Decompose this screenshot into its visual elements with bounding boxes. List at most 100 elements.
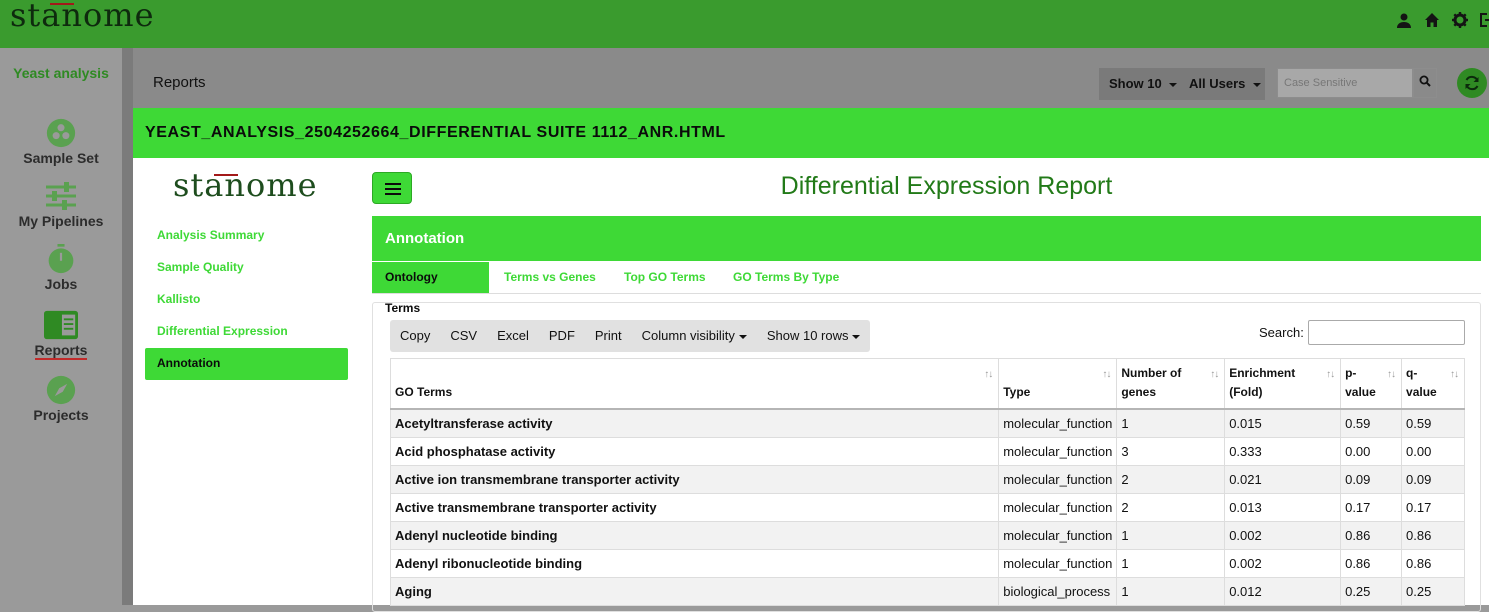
column-header-line2: genes bbox=[1121, 385, 1157, 399]
gene-count-cell: 1 bbox=[1116, 549, 1225, 578]
report-link-sample-quality[interactable]: Sample Quality bbox=[145, 252, 348, 284]
nav-label: Sample Set bbox=[23, 150, 99, 166]
gene-count-cell: 1 bbox=[1116, 409, 1225, 438]
table-row[interactable]: Adenyl ribonucleotide binding molecular_f… bbox=[389, 549, 1465, 578]
search-button[interactable] bbox=[1413, 68, 1437, 98]
search-icon bbox=[1419, 75, 1431, 87]
table-row[interactable]: Acid phosphatase activity molecular_funct… bbox=[389, 437, 1465, 466]
go-term-cell: Acid phosphatase activity bbox=[389, 437, 999, 466]
refresh-button[interactable] bbox=[1457, 68, 1487, 98]
q-value-cell: 0.25 bbox=[1401, 577, 1465, 606]
users-filter-dropdown[interactable]: All Users bbox=[1179, 68, 1265, 100]
column-visibility-label: Column visibility bbox=[641, 328, 735, 343]
user-icon[interactable] bbox=[1395, 12, 1413, 30]
logo-accent-bar bbox=[214, 174, 238, 176]
table-row[interactable]: Aging biological_process 1 0.012 0.25 0.25 bbox=[389, 577, 1465, 606]
q-value-cell: 0.09 bbox=[1401, 465, 1465, 494]
q-value-cell: 0.17 bbox=[1401, 493, 1465, 522]
q-value-cell: 0.86 bbox=[1401, 549, 1465, 578]
app-logo-text: stanome bbox=[10, 0, 155, 34]
report-link-differential-expression[interactable]: Differential Expression bbox=[145, 316, 348, 348]
logout-icon[interactable] bbox=[1479, 12, 1489, 30]
column-header-line2: (Fold) bbox=[1229, 385, 1263, 399]
nav-item-sample-set[interactable]: Sample Set bbox=[0, 118, 122, 166]
p-value-cell: 0.86 bbox=[1340, 549, 1402, 578]
column-header-enrichment[interactable]: ↑↓ Enrichment (Fold) bbox=[1224, 358, 1341, 410]
tab-ontology-terms[interactable]: Ontology Terms bbox=[372, 262, 489, 315]
tab-go-terms-by-type[interactable]: GO Terms By Type bbox=[720, 262, 852, 293]
sort-icon: ↑↓ bbox=[1387, 369, 1396, 380]
q-value-cell: 0.86 bbox=[1401, 521, 1465, 550]
column-visibility-button[interactable]: Column visibility bbox=[632, 320, 757, 352]
type-cell: molecular_function bbox=[998, 549, 1117, 578]
app-logo[interactable]: stanome bbox=[10, 0, 155, 34]
csv-button[interactable]: CSV bbox=[440, 320, 487, 352]
ontology-terms-panel: Copy CSV Excel PDF Print Column visibili… bbox=[372, 302, 1481, 612]
nav-divider bbox=[122, 48, 133, 605]
tab-top-go-terms[interactable]: Top GO Terms bbox=[611, 262, 719, 293]
type-cell: molecular_function bbox=[998, 437, 1117, 466]
users-filter-label: All Users bbox=[1189, 76, 1246, 91]
print-button[interactable]: Print bbox=[585, 320, 632, 352]
report-link-annotation[interactable]: Annotation bbox=[145, 348, 348, 380]
show-rows-button[interactable]: Show 10 rows bbox=[757, 320, 871, 352]
left-nav: Yeast analysis Sample Set My Pipelines J… bbox=[0, 48, 122, 605]
compass-icon bbox=[46, 375, 76, 405]
caret-down-icon bbox=[1253, 82, 1261, 87]
q-value-cell: 0.00 bbox=[1401, 437, 1465, 466]
enrichment-cell: 0.013 bbox=[1224, 493, 1341, 522]
menu-toggle-button[interactable] bbox=[372, 172, 412, 204]
nav-label: Reports bbox=[34, 342, 88, 360]
ontology-terms-table: ↑↓ GO Terms ↑↓ Type ↑↓ Number of genes ↑↓ Enr… bbox=[389, 358, 1465, 606]
column-header-p-value[interactable]: ↑↓ p-value bbox=[1340, 358, 1402, 410]
p-value-cell: 0.00 bbox=[1340, 437, 1402, 466]
column-header-line1: Enrichment bbox=[1229, 366, 1296, 380]
column-header-number-of-genes[interactable]: ↑↓ Number of genes bbox=[1116, 358, 1225, 410]
p-value-cell: 0.17 bbox=[1340, 493, 1402, 522]
reports-toolbar: Reports Show 10 All Users Case Sensitive bbox=[133, 48, 1489, 108]
table-search-label: Search: bbox=[1259, 325, 1304, 340]
pdf-button[interactable]: PDF bbox=[539, 320, 585, 352]
excel-button[interactable]: Excel bbox=[487, 320, 539, 352]
column-header-line2: value bbox=[1406, 385, 1437, 399]
nav-item-my-pipelines[interactable]: My Pipelines bbox=[0, 181, 122, 229]
sort-icon: ↑↓ bbox=[1210, 369, 1219, 380]
column-header-type[interactable]: ↑↓ Type bbox=[998, 358, 1117, 410]
table-row[interactable]: Active ion transmembrane transporter act… bbox=[389, 465, 1465, 494]
type-cell: biological_process bbox=[998, 577, 1117, 606]
go-term-cell: Aging bbox=[389, 577, 999, 606]
nav-item-projects[interactable]: Projects bbox=[0, 375, 122, 423]
go-term-cell: Adenyl nucleotide binding bbox=[389, 521, 999, 550]
column-header-go-terms[interactable]: ↑↓ GO Terms bbox=[389, 358, 999, 410]
tab-terms-vs-genes[interactable]: Terms vs Genes bbox=[491, 262, 609, 293]
nav-label: Projects bbox=[33, 407, 89, 423]
table-search-input[interactable] bbox=[1308, 320, 1465, 345]
show-rows-label: Show 10 rows bbox=[766, 328, 849, 343]
gene-count-cell: 3 bbox=[1116, 437, 1225, 466]
nav-item-reports[interactable]: Reports bbox=[0, 310, 122, 360]
table-row[interactable]: Active transmembrane transporter activit… bbox=[389, 493, 1465, 522]
table-row[interactable]: Acetyltransferase activity molecular_func… bbox=[389, 409, 1465, 438]
home-icon[interactable] bbox=[1423, 12, 1441, 30]
report-file-name: YEAST_ANALYSIS_2504252664_DIFFERENTIAL S… bbox=[145, 124, 726, 141]
enrichment-cell: 0.012 bbox=[1224, 577, 1341, 606]
type-cell: molecular_function bbox=[998, 493, 1117, 522]
column-header-q-value[interactable]: ↑↓ q-value bbox=[1401, 358, 1465, 410]
sliders-icon bbox=[46, 182, 76, 210]
nav-item-jobs[interactable]: Jobs bbox=[0, 244, 122, 292]
p-value-cell: 0.25 bbox=[1340, 577, 1402, 606]
show-count-dropdown[interactable]: Show 10 bbox=[1099, 68, 1179, 100]
caret-down-icon bbox=[1169, 82, 1178, 87]
caret-down-icon bbox=[738, 334, 747, 339]
analysis-name[interactable]: Yeast analysis bbox=[0, 65, 122, 81]
column-header-line2: GO Terms bbox=[395, 385, 453, 399]
go-term-cell: Acetyltransferase activity bbox=[389, 409, 999, 438]
gene-count-cell: 2 bbox=[1116, 493, 1225, 522]
gear-icon[interactable] bbox=[1451, 12, 1469, 30]
copy-button[interactable]: Copy bbox=[390, 320, 440, 352]
table-row[interactable]: Adenyl nucleotide binding molecular_funct… bbox=[389, 521, 1465, 550]
reports-search-input[interactable]: Case Sensitive bbox=[1277, 68, 1413, 98]
report-link-kallisto[interactable]: Kallisto bbox=[145, 284, 348, 316]
show-count-label: Show 10 bbox=[1109, 76, 1162, 91]
report-link-analysis-summary[interactable]: Analysis Summary bbox=[145, 220, 348, 252]
